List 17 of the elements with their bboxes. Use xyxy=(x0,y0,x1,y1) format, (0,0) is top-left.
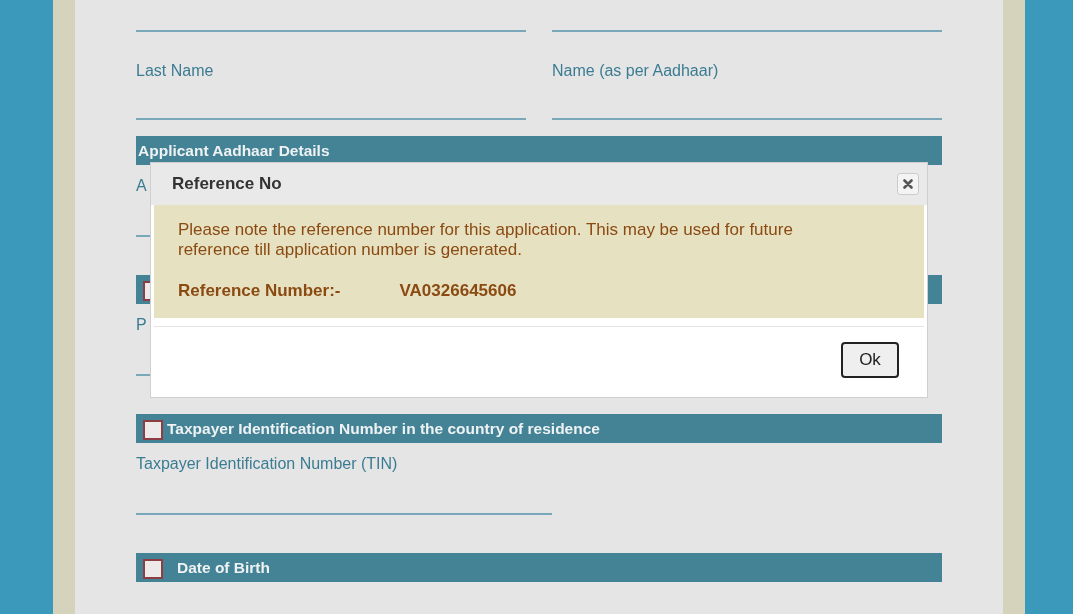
dialog-title: Reference No xyxy=(172,174,282,194)
reference-label: Reference Number:- xyxy=(178,281,341,301)
close-button[interactable] xyxy=(897,173,919,195)
field-label: Taxpayer Identification Number (TIN) xyxy=(136,454,398,474)
notice-message: Please note the reference number for this application. This may be used for future reference till application number is generated. xyxy=(178,220,794,260)
section-title: Date of Birth xyxy=(177,559,270,577)
field-label: P xyxy=(136,315,147,335)
section-title: Taxpayer Identification Number in the country of residence xyxy=(167,420,600,438)
section-title: Applicant Aadhaar Details xyxy=(138,142,330,160)
field-label: A xyxy=(136,176,147,196)
field-label: Name (as per Aadhaar) xyxy=(552,61,719,81)
checkbox[interactable] xyxy=(143,559,163,579)
close-icon xyxy=(903,179,913,189)
field-label: Last Name xyxy=(136,61,214,81)
reference-number: VA0326645606 xyxy=(399,281,517,301)
checkbox[interactable] xyxy=(143,420,163,440)
ok-button[interactable]: Ok xyxy=(841,342,899,378)
